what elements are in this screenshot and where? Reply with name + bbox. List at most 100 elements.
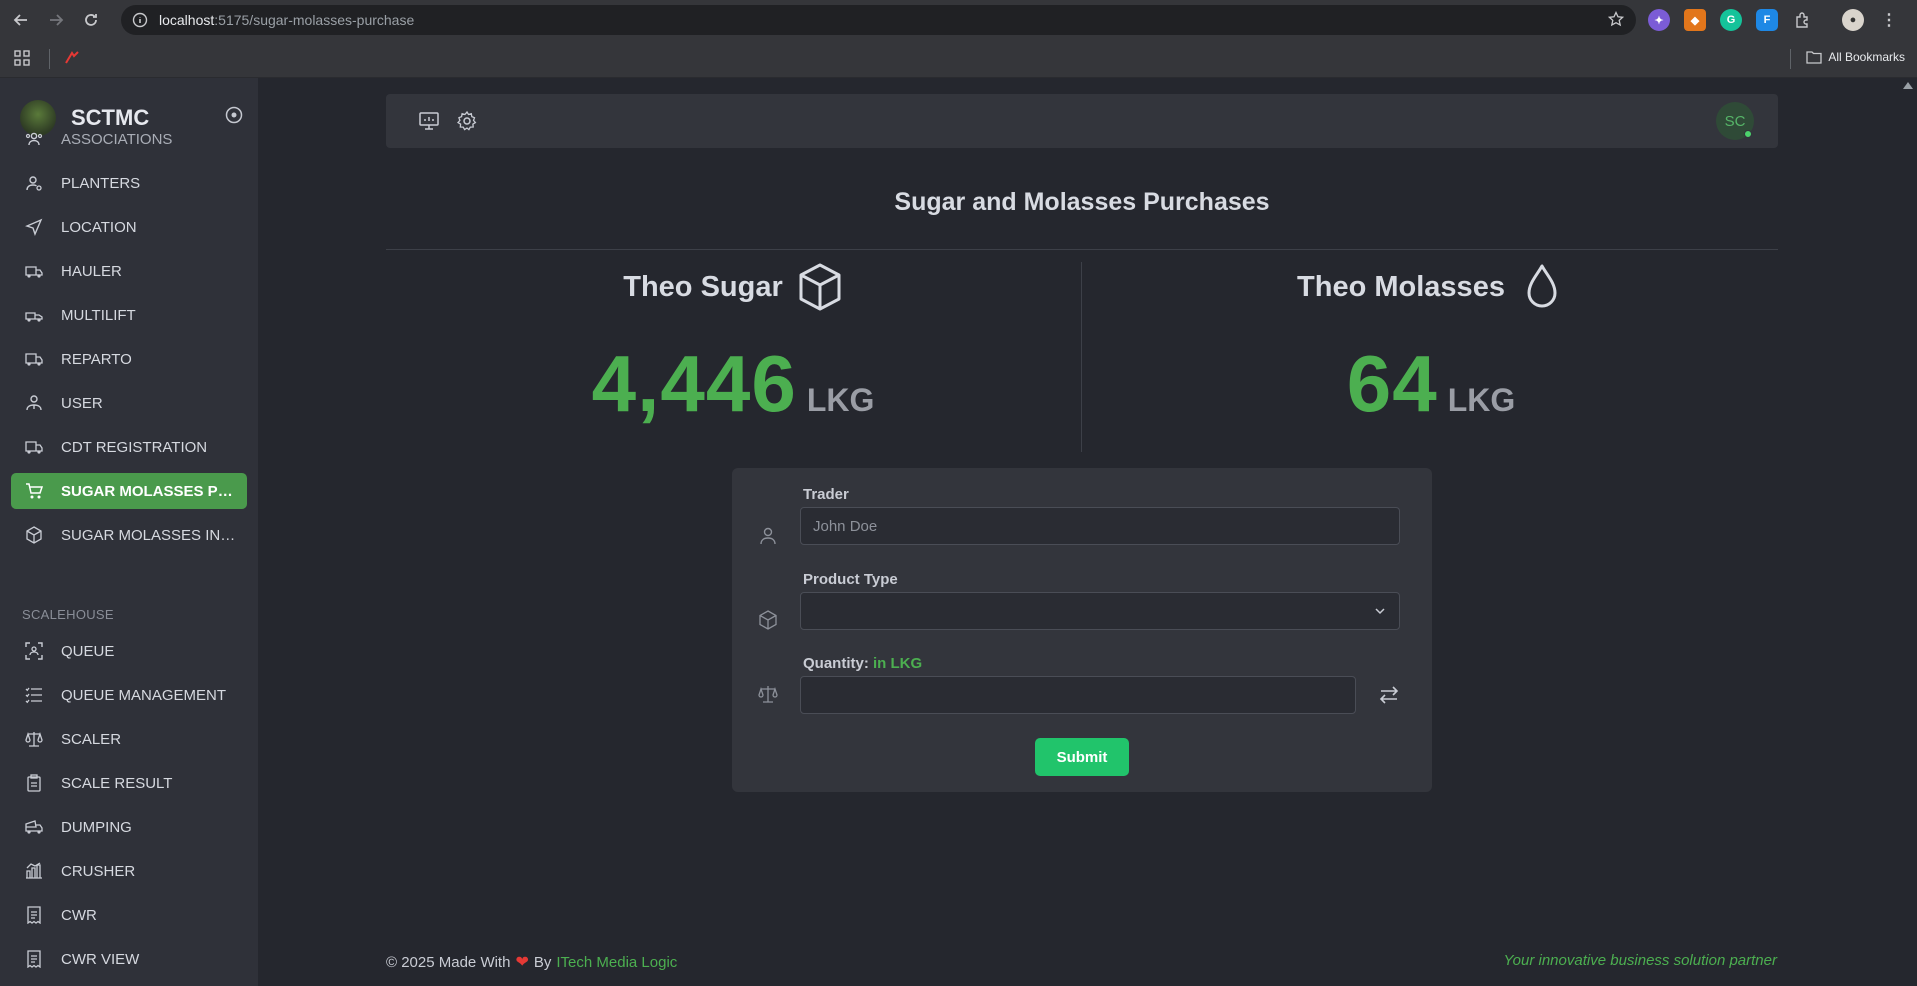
address-bar[interactable]: localhost:5175/sugar-molasses-purchase (121, 5, 1636, 35)
extension-blue-icon[interactable]: F (1756, 9, 1778, 31)
sidebar-item-planters[interactable]: PLANTERS (11, 165, 247, 201)
online-status-dot (1744, 130, 1752, 138)
gear-icon[interactable] (456, 110, 478, 132)
sidebar-item-scaler[interactable]: SCALER (11, 721, 247, 757)
sidebar-item-label: LOCATION (61, 218, 137, 236)
product-type-label: Product Type (803, 571, 898, 588)
url-path: :5175/sugar-molasses-purchase (214, 12, 415, 28)
box-icon (758, 610, 778, 630)
extensions-puzzle-icon[interactable] (1792, 9, 1814, 31)
bookmark-separator-right (1790, 49, 1791, 69)
profile-avatar-icon[interactable]: ● (1842, 9, 1864, 31)
footer-credit: © 2025 Made With ❤ By ITech Media Logic (386, 952, 677, 972)
sidebar-item-label: CWR VIEW (61, 950, 140, 968)
sidebar-item-label: CDT REGISTRATION (61, 438, 208, 456)
url-host: localhost (159, 12, 215, 28)
droplet-icon (1519, 262, 1565, 312)
heart-icon: ❤ (515, 954, 529, 971)
app-header: SC (386, 94, 1778, 148)
trader-input[interactable] (800, 507, 1400, 545)
sidebar: SCTMC ASSOCIATIONS PLANTERS LOCATION HAU… (0, 78, 258, 986)
sidebar-item-label: REPARTO (61, 350, 132, 368)
sidebar-item-location[interactable]: LOCATION (11, 209, 247, 245)
sidebar-item-label: SUGAR MOLASSES INVENTORY (61, 526, 241, 544)
box-icon (25, 526, 43, 544)
sidebar-item-sugar-molasses-inventory[interactable]: SUGAR MOLASSES INVENTORY (11, 517, 247, 553)
extension-grammarly-icon[interactable]: G (1720, 9, 1742, 31)
bookmark-star-icon[interactable] (1607, 10, 1625, 32)
sidebar-item-multilift[interactable]: MULTILIFT (11, 297, 247, 333)
sidebar-item-label: QUEUE (61, 642, 115, 660)
sidebar-item-reparto[interactable]: REPARTO (11, 341, 247, 377)
footer-tagline: Your innovative business solution partne… (1503, 952, 1777, 969)
user-tie-icon (25, 394, 43, 412)
sidebar-item-user[interactable]: USER (11, 385, 247, 421)
sidebar-item-queue[interactable]: QUEUE (11, 633, 247, 669)
sidebar-item-label: SCALER (61, 730, 122, 748)
presentation-icon[interactable] (418, 110, 440, 132)
footer-copyright: © 2025 Made With (386, 953, 511, 971)
sidebar-item-label: ASSOCIATIONS (61, 130, 173, 148)
receipt-icon (25, 906, 43, 924)
sidebar-item-cwr-view[interactable]: CWR VIEW (11, 941, 247, 977)
stat-sugar-value: 4,446 (591, 339, 797, 428)
list-icon (25, 686, 43, 704)
send-icon (25, 218, 43, 236)
sidebar-item-sugar-molasses-purchase[interactable]: SUGAR MOLASSES PURCHASE (11, 473, 247, 509)
dump-truck-icon (25, 818, 43, 836)
browser-menu-icon[interactable]: ⋮ (1878, 9, 1900, 31)
page-title: Sugar and Molasses Purchases (894, 188, 1270, 216)
sidebar-item-cdt-registration[interactable]: CDT REGISTRATION (11, 429, 247, 465)
title-divider (386, 249, 1778, 250)
quantity-label: Quantity: in LKG (803, 655, 922, 672)
folder-icon (1806, 51, 1822, 64)
sidebar-item-crusher[interactable]: CRUSHER (11, 853, 247, 889)
sidebar-item-label: CWR (61, 906, 97, 924)
purchase-form: Trader Product Type Quantity: in LKG Sub… (732, 468, 1432, 792)
bookmarks-bar: All Bookmarks (0, 40, 1917, 78)
sidebar-item-cwr[interactable]: CWR (11, 897, 247, 933)
forward-icon[interactable] (41, 5, 71, 35)
quantity-input[interactable] (800, 676, 1356, 714)
bookmark-logo-icon[interactable] (63, 49, 81, 72)
url-text: localhost:5175/sugar-molasses-purchase (159, 12, 414, 28)
box-icon (797, 262, 843, 312)
sidebar-item-dumping[interactable]: DUMPING (11, 809, 247, 845)
sidebar-item-scale-result[interactable]: SCALE RESULT (11, 765, 247, 801)
stat-sugar-unit: LKG (806, 382, 875, 418)
avatar[interactable]: SC (1716, 102, 1754, 140)
footer-company-link[interactable]: ITech Media Logic (556, 954, 677, 971)
extension-ghost-icon[interactable]: ✦ (1648, 9, 1670, 31)
quantity-label-text: Quantity: (803, 655, 869, 672)
avatar-initials: SC (1724, 112, 1746, 130)
back-icon[interactable] (6, 5, 36, 35)
all-bookmarks-button[interactable]: All Bookmarks (1806, 50, 1905, 64)
site-info-icon[interactable] (131, 11, 149, 29)
product-type-select[interactable] (800, 592, 1400, 630)
sidebar-item-hauler[interactable]: HAULER (11, 253, 247, 289)
receipt-icon (25, 950, 43, 968)
sidebar-item-label: DUMPING (61, 818, 132, 836)
extension-fox-icon[interactable]: ◆ (1684, 9, 1706, 31)
stat-sugar-label: Theo Sugar (623, 270, 783, 303)
stat-molasses-label: Theo Molasses (1297, 270, 1505, 303)
user-icon (758, 526, 778, 546)
sidebar-item-label: CRUSHER (61, 862, 136, 880)
crusher-icon (25, 862, 43, 880)
section-label-scalehouse: SCALEHOUSE (22, 607, 114, 622)
swap-arrows-icon[interactable] (1376, 682, 1402, 708)
sidebar-item-associations[interactable]: ASSOCIATIONS (11, 121, 247, 157)
sidebar-item-queue-management[interactable]: QUEUE MANAGEMENT (11, 677, 247, 713)
sidebar-item-label: USER (61, 394, 103, 412)
scroll-up-arrow[interactable] (1903, 82, 1913, 89)
stat-molasses-value: 64 (1346, 339, 1438, 428)
quantity-unit: in LKG (873, 655, 923, 672)
submit-button[interactable]: Submit (1035, 738, 1129, 776)
bookmark-separator (49, 49, 50, 69)
reload-icon[interactable] (76, 5, 106, 35)
users-icon (25, 130, 43, 148)
apps-grid-icon[interactable] (14, 50, 30, 71)
chevron-down-icon (1373, 604, 1387, 618)
scale-icon (758, 684, 778, 704)
trader-label: Trader (803, 486, 849, 503)
